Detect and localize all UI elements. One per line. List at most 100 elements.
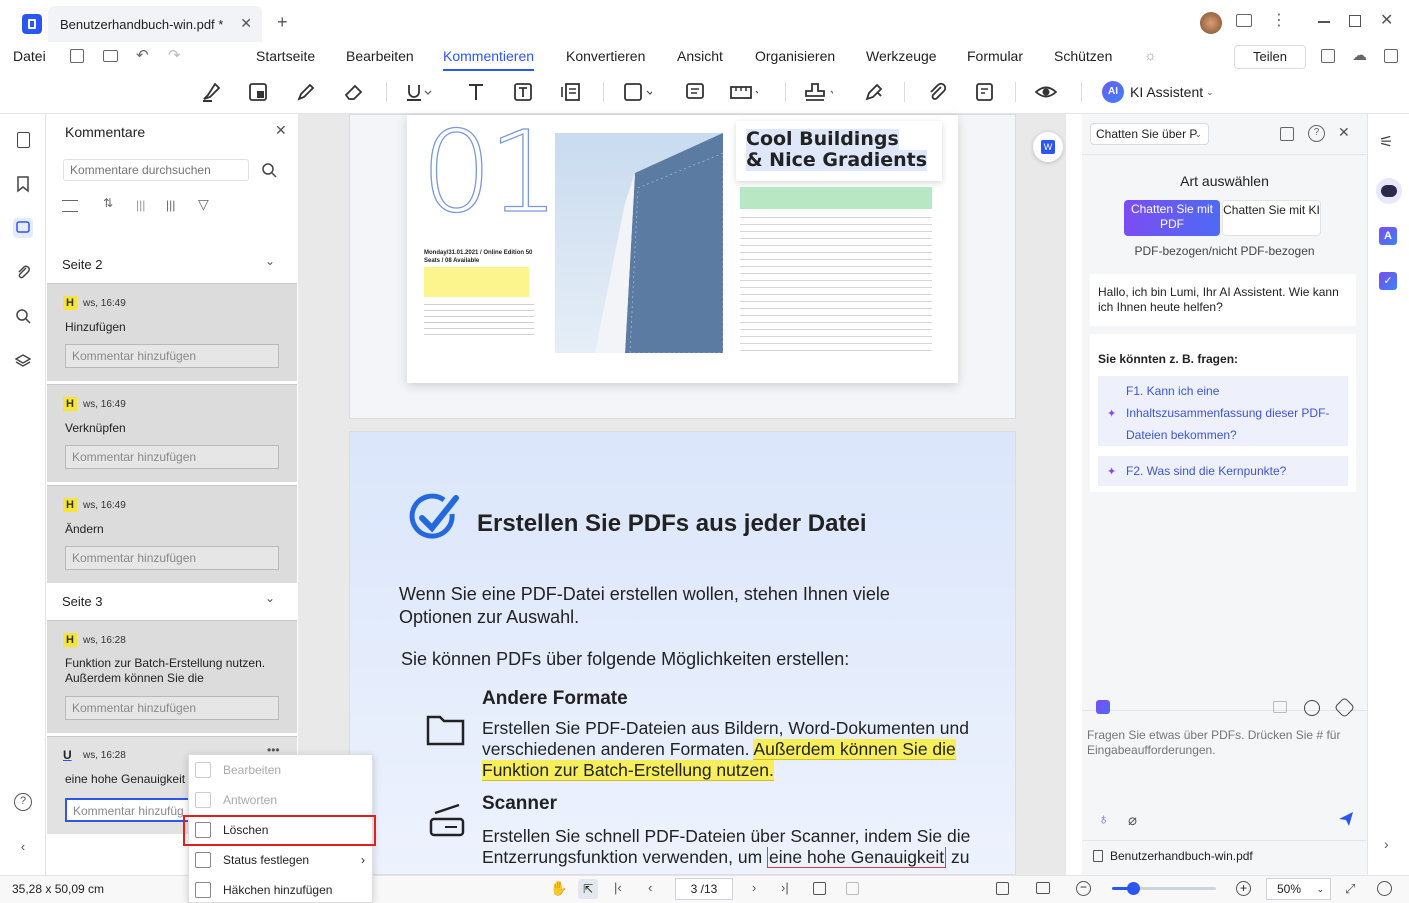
menu-werkzeuge[interactable]: Werkzeuge <box>866 48 937 64</box>
pages-icon[interactable] <box>13 130 33 150</box>
translate-icon[interactable]: A <box>1379 227 1397 245</box>
help-icon[interactable]: ? <box>13 792 33 812</box>
menu-startseite[interactable]: Startseite <box>256 48 315 64</box>
task-icon[interactable]: ✓ <box>1379 272 1397 290</box>
chat-scope-dropdown[interactable]: Chatten Sie über P ⌄ <box>1090 123 1209 145</box>
zoom-slider-handle[interactable] <box>1126 882 1140 895</box>
hand-tool-icon[interactable]: ✋ <box>550 880 567 897</box>
minimize-icon[interactable] <box>1318 21 1330 23</box>
properties-icon[interactable]: ⚟ <box>1379 132 1393 152</box>
lightbulb-icon[interactable]: ☼ <box>1144 47 1157 63</box>
zoom-in-icon[interactable]: + <box>1236 881 1251 896</box>
document-tab[interactable]: Benutzerhandbuch-win.pdf * ✕ <box>48 6 262 42</box>
lightbulb-icon[interactable]: ♁ <box>1098 811 1109 828</box>
menu-organisieren[interactable]: Organisieren <box>755 48 835 64</box>
measure-icon[interactable] <box>728 78 758 106</box>
add-comment-input[interactable]: Kommentar hinzufügen <box>65 696 279 720</box>
ai-assistant-button[interactable]: AI KI Assistent ⌄ <box>1102 80 1214 104</box>
crop-icon[interactable] <box>846 882 859 895</box>
comments-icon[interactable] <box>13 218 33 238</box>
eye-icon[interactable] <box>1031 78 1061 106</box>
signature-icon[interactable] <box>859 78 889 106</box>
stamp-icon[interactable] <box>803 78 833 106</box>
form-note-icon[interactable] <box>970 78 1000 106</box>
collapse-bar-icon[interactable] <box>1377 881 1392 896</box>
menu-datei[interactable]: Datei <box>13 48 46 64</box>
expand-all-icon[interactable]: ||| <box>166 198 175 212</box>
textbox-icon[interactable] <box>508 78 538 106</box>
new-tab-icon[interactable]: + <box>277 12 288 33</box>
collapse-icon[interactable]: ‹ <box>13 836 33 856</box>
expand-right-icon[interactable]: › <box>1384 836 1389 852</box>
fit-icon[interactable] <box>996 882 1009 895</box>
menu-schuetzen[interactable]: Schützen <box>1054 48 1112 64</box>
more-icon[interactable]: ⋮ <box>1271 10 1287 30</box>
zoom-select[interactable]: 50% ⌄ <box>1266 878 1331 900</box>
close-tab-icon[interactable]: ✕ <box>240 15 252 32</box>
underline-icon[interactable] <box>404 78 434 106</box>
next-page-icon[interactable]: › <box>752 880 756 895</box>
sort-az-icon[interactable]: ⇅ <box>103 196 113 210</box>
attach-icon[interactable]: ⌀ <box>1128 811 1137 829</box>
comment-card[interactable]: Hws, 16:49 Ändern Kommentar hinzufügen <box>47 485 297 583</box>
menu-formular[interactable]: Formular <box>967 48 1023 64</box>
maximize-icon[interactable] <box>1349 15 1361 27</box>
section-header-seite-3[interactable]: Seite 3 ⌄ <box>47 589 297 615</box>
close-window-icon[interactable]: ✕ <box>1380 10 1393 30</box>
prev-page-icon[interactable]: ‹ <box>648 880 652 895</box>
filter-icon[interactable]: ▽ <box>198 196 209 213</box>
share-button[interactable]: Teilen <box>1234 45 1306 69</box>
undo-icon[interactable]: ↶ <box>136 46 149 64</box>
export-icon[interactable] <box>1280 127 1294 141</box>
print-icon[interactable] <box>103 50 118 62</box>
eraser-icon[interactable] <box>339 78 369 106</box>
attachments-icon[interactable] <box>13 262 33 282</box>
add-comment-input[interactable]: Kommentar hinzufügen <box>65 445 279 469</box>
view-mode-icon[interactable] <box>1036 882 1050 894</box>
context-edit[interactable]: Bearbeiten <box>195 757 367 783</box>
panel-icon[interactable] <box>1384 49 1398 63</box>
send-icon[interactable] <box>1338 811 1354 830</box>
context-set-status[interactable]: Status festlegen › <box>195 847 367 873</box>
bookmark-icon[interactable] <box>13 174 33 194</box>
help-icon[interactable]: ? <box>1308 125 1325 142</box>
menu-ansicht[interactable]: Ansicht <box>677 48 723 64</box>
comments-search-input[interactable] <box>63 159 249 181</box>
underlined-text[interactable]: eine hohe Genauigkeit <box>767 847 947 868</box>
avatar[interactable] <box>1200 12 1222 34</box>
suggestion-1[interactable]: ✦ F1. Kann ich eine Inhaltszusammenfassun… <box>1098 376 1348 446</box>
context-add-checkmark[interactable]: Häkchen hinzufügen <box>195 877 367 903</box>
section-header-seite-2[interactable]: Seite 2 ⌄ <box>47 252 297 278</box>
close-panel-icon[interactable]: ✕ <box>275 122 287 139</box>
text-icon[interactable] <box>461 78 491 106</box>
add-comment-input[interactable]: Kommentar hinzufügen <box>65 546 279 570</box>
page-number-input[interactable]: 3 /13 <box>675 878 733 900</box>
org-icon[interactable] <box>1321 49 1335 63</box>
pencil-icon[interactable] <box>291 78 321 106</box>
menu-kommentieren[interactable]: Kommentieren <box>443 48 535 71</box>
collapse-all-icon[interactable]: ||| <box>136 198 145 212</box>
suggestion-2[interactable]: ✦ F2. Was sind die Kernpunkte? <box>1098 456 1348 486</box>
comment-card[interactable]: Hws, 16:49 Hinzufügen Kommentar hinzufüg… <box>47 283 297 381</box>
chat-with-pdf-option[interactable]: Chatten Sie mit PDF <box>1124 200 1220 236</box>
ocr-word-icon[interactable]: W <box>1033 132 1063 162</box>
ai-question-input[interactable] <box>1087 728 1359 808</box>
select-tool-icon[interactable]: ⇱ <box>578 879 598 899</box>
highlight-icon[interactable] <box>196 78 226 106</box>
zoom-slider[interactable] <box>1112 882 1216 895</box>
redo-icon[interactable]: ↷ <box>168 46 181 64</box>
context-reply[interactable]: Antworten <box>195 787 367 813</box>
comment-card[interactable]: Hws, 16:49 Verknüpfen Kommentar hinzufüg… <box>47 384 297 482</box>
sticky-note-icon[interactable] <box>243 78 273 106</box>
new-chat-icon[interactable] <box>1273 701 1287 713</box>
message-icon[interactable] <box>1236 14 1252 27</box>
attachment-icon[interactable] <box>922 78 952 106</box>
rotate-icon[interactable] <box>813 882 826 895</box>
close-icon[interactable]: ✕ <box>1338 124 1350 141</box>
prompt-icon[interactable] <box>1096 700 1110 714</box>
layers-icon[interactable] <box>13 350 33 370</box>
fullscreen-icon[interactable]: ⤢ <box>1345 881 1355 897</box>
cloud-upload-icon[interactable]: ☁ <box>1352 46 1367 64</box>
search-icon[interactable] <box>13 306 33 326</box>
menu-konvertieren[interactable]: Konvertieren <box>566 48 645 64</box>
